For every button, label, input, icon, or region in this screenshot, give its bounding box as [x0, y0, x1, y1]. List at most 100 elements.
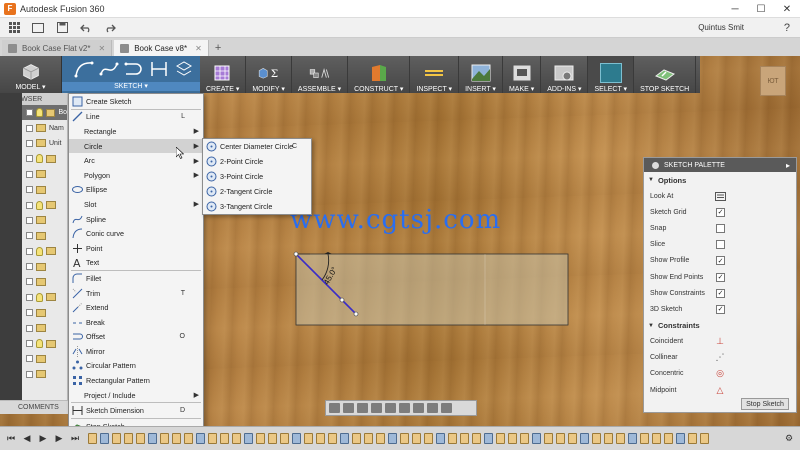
- timeline-end-icon[interactable]: ⏭: [70, 433, 80, 444]
- view-cube[interactable]: ЮТ: [760, 66, 786, 96]
- timeline-feature-icon[interactable]: [568, 433, 577, 444]
- timeline-feature-icon[interactable]: [172, 433, 181, 444]
- timeline-forward-icon[interactable]: ▶: [54, 433, 64, 444]
- submenu-item-2-tangent-circle[interactable]: 2-Tangent Circle: [203, 184, 311, 199]
- help-icon[interactable]: ?: [784, 22, 790, 34]
- timeline-feature-icon[interactable]: [520, 433, 529, 444]
- maximize-button[interactable]: ☐: [748, 0, 774, 18]
- menu-item-rectangle[interactable]: Rectangle ▶: [69, 124, 203, 139]
- checkbox[interactable]: ✓: [716, 256, 725, 266]
- doc-tab-book-case-flat[interactable]: Book Case Flat v2* ✕: [2, 40, 113, 56]
- expand-toggle-icon[interactable]: [26, 293, 33, 301]
- timeline-feature-icon[interactable]: [424, 433, 433, 444]
- timeline-feature-icon[interactable]: [412, 433, 421, 444]
- look-at-icon[interactable]: [714, 190, 726, 202]
- inspect-button[interactable]: INSPECT ▾: [410, 56, 460, 93]
- expand-toggle-icon[interactable]: [26, 139, 33, 147]
- timeline-feature-icon[interactable]: [352, 433, 361, 444]
- timeline-feature-icon[interactable]: [316, 433, 325, 444]
- menu-item-circular-pattern[interactable]: Circular Pattern: [69, 359, 203, 374]
- project-tool-icon[interactable]: [173, 58, 195, 80]
- checkbox[interactable]: ✓: [716, 272, 725, 282]
- file-icon[interactable]: [28, 19, 48, 37]
- expand-toggle-icon[interactable]: [26, 216, 33, 224]
- timeline-feature-icon[interactable]: [124, 433, 133, 444]
- timeline-feature-icon[interactable]: [508, 433, 517, 444]
- visibility-bulb-icon[interactable]: [35, 108, 43, 118]
- menu-item-sketch-dimension[interactable]: Sketch Dimension D: [69, 403, 203, 418]
- submenu-item-3-tangent-circle[interactable]: 3-Tangent Circle: [203, 199, 311, 214]
- menu-item-line[interactable]: Line L: [69, 110, 203, 125]
- constraint-concentric[interactable]: Concentric ◎: [644, 366, 796, 382]
- constraint-glyph-icon[interactable]: ⊥: [714, 336, 726, 348]
- timeline-feature-icon[interactable]: [148, 433, 157, 444]
- constraint-glyph-icon[interactable]: ⋰: [714, 352, 726, 364]
- constraint-collinear[interactable]: Collinear ⋰: [644, 350, 796, 366]
- constraint-glyph-icon[interactable]: △: [714, 384, 726, 396]
- undo-icon[interactable]: [76, 19, 96, 37]
- timeline-feature-icon[interactable]: [196, 433, 205, 444]
- timeline-feature-icon[interactable]: [640, 433, 649, 444]
- timeline-feature-icon[interactable]: [280, 433, 289, 444]
- close-tab-icon[interactable]: ✕: [195, 44, 202, 53]
- expand-toggle-icon[interactable]: [26, 109, 33, 117]
- timeline-feature-icon[interactable]: [652, 433, 661, 444]
- menu-item-ellipse[interactable]: Ellipse: [69, 183, 203, 198]
- visibility-bulb-icon[interactable]: [36, 292, 43, 302]
- menu-item-rectangular-pattern[interactable]: Rectangular Pattern: [69, 373, 203, 388]
- expand-toggle-icon[interactable]: [26, 170, 33, 178]
- timeline-settings-icon[interactable]: ⚙: [784, 433, 794, 444]
- menu-item-point[interactable]: Point: [69, 241, 203, 256]
- menu-item-break[interactable]: Break: [69, 315, 203, 330]
- timeline-play-icon[interactable]: ▶: [38, 433, 48, 444]
- timeline-feature-icon[interactable]: [268, 433, 277, 444]
- expand-toggle-icon[interactable]: [26, 201, 33, 209]
- timeline-feature-icon[interactable]: [340, 433, 349, 444]
- timeline-feature-icon[interactable]: [328, 433, 337, 444]
- save-icon[interactable]: [52, 19, 72, 37]
- sketch-geometry[interactable]: 45.0°: [280, 240, 580, 340]
- menu-item-conic-curve[interactable]: Conic curve: [69, 226, 203, 241]
- timeline-feature-icon[interactable]: [100, 433, 109, 444]
- timeline-feature-icon[interactable]: [304, 433, 313, 444]
- menu-item-mirror[interactable]: Mirror: [69, 344, 203, 359]
- timeline-feature-icon[interactable]: [208, 433, 217, 444]
- menu-item-offset[interactable]: Offset O: [69, 330, 203, 345]
- timeline-feature-icon[interactable]: [580, 433, 589, 444]
- timeline-feature-icon[interactable]: [292, 433, 301, 444]
- timeline-feature-icon[interactable]: [364, 433, 373, 444]
- new-tab-icon[interactable]: +: [215, 40, 221, 56]
- timeline-feature-icon[interactable]: [496, 433, 505, 444]
- timeline-feature-icon[interactable]: [112, 433, 121, 444]
- timeline-feature-icon[interactable]: [448, 433, 457, 444]
- grid-settings-icon[interactable]: [427, 403, 438, 413]
- submenu-item-center-diameter-circle[interactable]: Center Diameter Circle C: [203, 139, 311, 154]
- zoom-window-icon[interactable]: [385, 403, 396, 413]
- visibility-bulb-icon[interactable]: [36, 200, 43, 210]
- spline-tool-icon[interactable]: [98, 58, 120, 80]
- expand-toggle-icon[interactable]: [26, 124, 33, 132]
- timeline-feature-icon[interactable]: [688, 433, 697, 444]
- expand-toggle-icon[interactable]: [26, 340, 33, 348]
- timeline-feature-icon[interactable]: [472, 433, 481, 444]
- menu-item-project-include[interactable]: Project / Include ▶: [69, 388, 203, 403]
- palette-resize-icon[interactable]: ▸: [786, 161, 790, 170]
- visibility-bulb-icon[interactable]: [36, 246, 43, 256]
- redo-icon[interactable]: [100, 19, 120, 37]
- palette-stop-sketch-button[interactable]: Stop Sketch: [741, 398, 789, 410]
- timeline-feature-icon[interactable]: [376, 433, 385, 444]
- menu-item-extend[interactable]: Extend: [69, 300, 203, 315]
- make-button[interactable]: MAKE ▾: [503, 56, 542, 93]
- timeline-feature-icon[interactable]: [628, 433, 637, 444]
- timeline-feature-icon[interactable]: [88, 433, 97, 444]
- visibility-bulb-icon[interactable]: [36, 339, 43, 349]
- dimension-tool-icon[interactable]: [148, 58, 170, 80]
- checkbox[interactable]: [716, 223, 725, 233]
- orbit-icon[interactable]: [329, 403, 340, 413]
- timeline-feature-icon[interactable]: [604, 433, 613, 444]
- timeline-feature-icon[interactable]: [220, 433, 229, 444]
- constraint-glyph-icon[interactable]: ◎: [714, 368, 726, 380]
- expand-toggle-icon[interactable]: [26, 355, 33, 363]
- submenu-item-3-point-circle[interactable]: 3-Point Circle: [203, 169, 311, 184]
- viewports-icon[interactable]: [441, 403, 452, 413]
